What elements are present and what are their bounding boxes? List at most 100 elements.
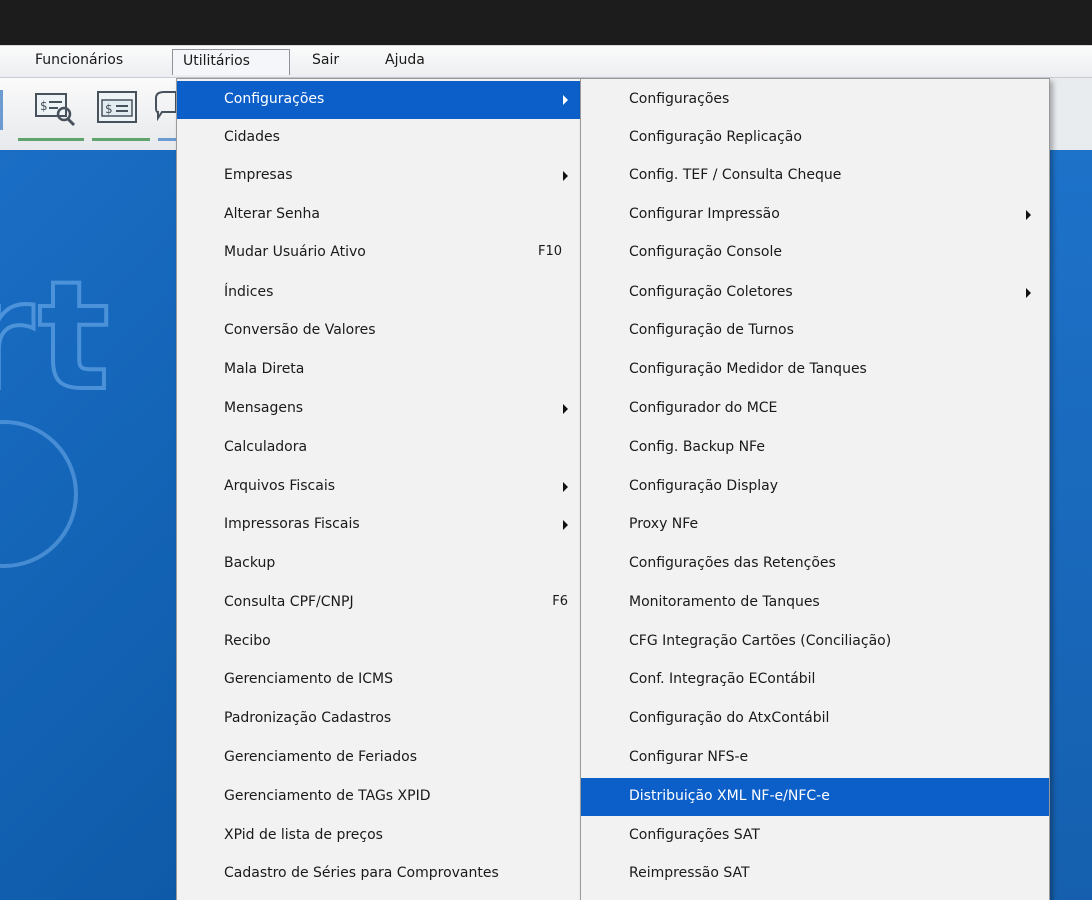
menu-item-label: Gerenciamento de TAGs XPID <box>224 788 431 804</box>
submenu-item-reimpressao-sat[interactable]: Reimpressão SAT <box>581 855 1049 893</box>
submenu-item-configuracao-display[interactable]: Configuração Display <box>581 468 1049 506</box>
menu-item-label: Config. Backup NFe <box>629 439 765 455</box>
menu-item-label: Mudar Usuário Ativo <box>224 244 366 260</box>
submenu-item-configuracao-console[interactable]: Configuração Console <box>581 234 1049 272</box>
menu-item-label: Configurar NFS-e <box>629 749 749 765</box>
menu-item-label: Proxy NFe <box>629 516 699 532</box>
submenu-item-proxy-nfe[interactable]: Proxy NFe <box>581 506 1049 544</box>
submenu-arrow-icon <box>563 171 568 181</box>
menu-item-label: Backup <box>224 555 276 571</box>
menu-item-label: Configurações <box>224 91 325 107</box>
submenu-item-conf-integracao-econtabil[interactable]: Conf. Integração EContábil <box>581 661 1049 699</box>
submenu-arrow-icon <box>1026 210 1031 220</box>
menu-item-label: Monitoramento de Tanques <box>629 594 820 610</box>
menu-item-arquivos-fiscais[interactable]: Arquivos Fiscais <box>177 468 580 506</box>
menu-item-label: Cadastro de Séries para Comprovantes <box>224 865 499 881</box>
app-background-right <box>1050 78 1092 900</box>
menu-item-mensagens[interactable]: Mensagens <box>177 390 580 428</box>
menu-ajuda[interactable]: Ajuda <box>385 52 425 68</box>
submenu-arrow-icon <box>563 404 568 414</box>
menu-item-label: Conf. Integração EContábil <box>629 671 816 687</box>
submenu-item-configuracao-atxcontabil[interactable]: Configuração do AtxContábil <box>581 700 1049 738</box>
menu-item-label: Configuração de Turnos <box>629 322 794 338</box>
menu-item-label: Distribuição XML NF-e/NFC-e <box>629 788 830 804</box>
svg-text:$: $ <box>105 102 113 116</box>
utilitarios-menu: Configurações Cidades Empresas Alterar S… <box>176 78 581 900</box>
submenu-arrow-icon <box>563 95 568 105</box>
submenu-item-monitoramento-de-tanques[interactable]: Monitoramento de Tanques <box>581 584 1049 622</box>
submenu-item-configuracao-de-turnos[interactable]: Configuração de Turnos <box>581 312 1049 350</box>
submenu-item-configuracao-replicacao[interactable]: Configuração Replicação <box>581 119 1049 157</box>
submenu-item-configuracoes[interactable]: Configurações <box>581 81 1049 119</box>
menu-item-consulta-cpf-cnpj[interactable]: Consulta CPF/CNPJ F6 <box>177 584 580 622</box>
menu-item-label: Configurador do MCE <box>629 400 778 416</box>
submenu-item-configuracoes-sat[interactable]: Configurações SAT <box>581 817 1049 855</box>
submenu-item-medidor-de-tanques[interactable]: Configuração Medidor de Tanques <box>581 351 1049 389</box>
submenu-item-config-backup-nfe[interactable]: Config. Backup NFe <box>581 429 1049 467</box>
submenu-arrow-icon <box>563 520 568 530</box>
menu-item-label: Calculadora <box>224 439 308 455</box>
menu-item-mala-direta[interactable]: Mala Direta <box>177 351 580 389</box>
menu-item-label: Configurações <box>629 91 730 107</box>
menu-funcionarios[interactable]: Funcionários <box>35 52 123 68</box>
submenu-item-configuracoes-das-retencoes[interactable]: Configurações das Retenções <box>581 545 1049 583</box>
menu-item-label: Gerenciamento de Feriados <box>224 749 418 765</box>
menu-item-calculadora[interactable]: Calculadora <box>177 429 580 467</box>
menu-item-conversao-de-valores[interactable]: Conversão de Valores <box>177 312 580 350</box>
toolbar-edge <box>0 90 3 130</box>
menu-item-label: Configuração Medidor de Tanques <box>629 361 867 377</box>
menu-item-mudar-usuario-ativo[interactable]: Mudar Usuário Ativo F10 <box>177 234 580 272</box>
menu-item-impressoras-fiscais[interactable]: Impressoras Fiscais <box>177 506 580 544</box>
menu-item-label: Configurações SAT <box>629 827 760 843</box>
menu-item-gerenciamento-de-icms[interactable]: Gerenciamento de ICMS <box>177 661 580 699</box>
submenu-item-configurar-impressao[interactable]: Configurar Impressão <box>581 196 1049 234</box>
menu-item-alterar-senha[interactable]: Alterar Senha <box>177 196 580 234</box>
submenu-item-config-tef[interactable]: Config. TEF / Consulta Cheque <box>581 157 1049 195</box>
menu-item-cadastro-de-series[interactable]: Cadastro de Séries para Comprovantes <box>177 855 580 893</box>
menu-item-configuracoes[interactable]: Configurações <box>177 81 580 119</box>
submenu-item-configurar-nfs-e[interactable]: Configurar NFS-e <box>581 739 1049 777</box>
submenu-item-configurador-do-mce[interactable]: Configurador do MCE <box>581 390 1049 428</box>
menu-item-label: Arquivos Fiscais <box>224 478 336 494</box>
menu-item-label: XPid de lista de preços <box>224 827 383 843</box>
menu-item-backup[interactable]: Backup <box>177 545 580 583</box>
menu-item-recibo[interactable]: Recibo <box>177 623 580 661</box>
menu-item-label: Gerenciamento de ICMS <box>224 671 394 687</box>
menu-item-label: Configuração do AtxContábil <box>629 710 830 726</box>
menu-item-gerenciamento-de-feriados[interactable]: Gerenciamento de Feriados <box>177 739 580 777</box>
menu-item-label: Reimpressão SAT <box>629 865 750 881</box>
toolbar: $ $ <box>0 78 180 151</box>
configuracoes-submenu: Configurações Configuração Replicação Co… <box>580 78 1050 900</box>
cash-search-icon[interactable]: $ <box>32 88 80 128</box>
cash-document-icon[interactable]: $ <box>94 88 142 128</box>
menu-item-indices[interactable]: Índices <box>177 274 580 312</box>
submenu-item-configuracao-coletores[interactable]: Configuração Coletores <box>581 274 1049 312</box>
window-title-bar <box>0 0 1092 45</box>
menu-item-gerenciamento-de-tags-xpid[interactable]: Gerenciamento de TAGs XPID <box>177 778 580 816</box>
menu-item-label: Configurações das Retenções <box>629 555 836 571</box>
submenu-item-cfg-integracao-cartoes[interactable]: CFG Integração Cartões (Conciliação) <box>581 623 1049 661</box>
menu-sair[interactable]: Sair <box>312 52 339 68</box>
menu-item-label: Conversão de Valores <box>224 322 376 338</box>
menu-item-label: Padronização Cadastros <box>224 710 392 726</box>
menu-utilitarios[interactable]: Utilitários <box>172 49 290 75</box>
chat-icon[interactable] <box>150 88 177 128</box>
menu-item-cidades[interactable]: Cidades <box>177 119 580 157</box>
menu-item-label: Mensagens <box>224 400 304 416</box>
menu-item-label: Empresas <box>224 167 293 183</box>
svg-text:$: $ <box>40 99 48 113</box>
menu-bar: Funcionários Utilitários Sair Ajuda <box>0 45 1092 78</box>
menu-item-xpid-lista-de-precos[interactable]: XPid de lista de preços <box>177 817 580 855</box>
menu-item-padronizacao-cadastros[interactable]: Padronização Cadastros <box>177 700 580 738</box>
menu-item-label: Config. TEF / Consulta Cheque <box>629 167 842 183</box>
menu-item-label: Cidades <box>224 129 280 145</box>
submenu-arrow-icon <box>563 482 568 492</box>
menu-item-label: Consulta CPF/CNPJ <box>224 594 354 610</box>
submenu-item-distribuicao-xml[interactable]: Distribuição XML NF-e/NFC-e <box>581 778 1049 816</box>
shortcut-label: F6 <box>552 594 568 609</box>
menu-item-label: CFG Integração Cartões (Conciliação) <box>629 633 892 649</box>
app-background: rt <box>0 150 180 900</box>
menu-item-empresas[interactable]: Empresas <box>177 157 580 195</box>
menu-item-label: Configuração Console <box>629 244 782 260</box>
menu-item-label: Índices <box>224 284 274 300</box>
